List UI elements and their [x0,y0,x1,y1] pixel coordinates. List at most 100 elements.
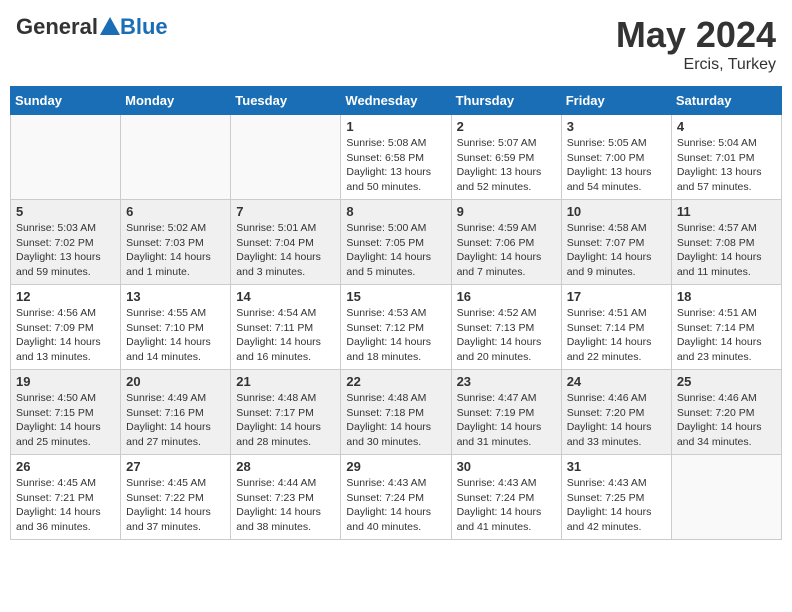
day-number: 26 [16,459,115,474]
day-number: 16 [457,289,556,304]
calendar-day-cell: 7Sunrise: 5:01 AM Sunset: 7:04 PM Daylig… [231,200,341,285]
day-info: Sunrise: 4:43 AM Sunset: 7:25 PM Dayligh… [567,476,666,535]
logo-general: General [16,14,98,40]
calendar-week-row: 1 Sunrise: 5:08 AM Sunset: 6:58 PM Daylig… [11,115,782,200]
day-info: Sunrise: 4:53 AM Sunset: 7:12 PM Dayligh… [346,306,445,365]
day-header-saturday: Saturday [671,87,781,115]
day-info: Sunrise: 5:08 AM Sunset: 6:58 PM Dayligh… [346,136,445,195]
calendar-day-cell [121,115,231,200]
calendar-day-cell: 6Sunrise: 5:02 AM Sunset: 7:03 PM Daylig… [121,200,231,285]
day-info: Sunrise: 4:59 AM Sunset: 7:06 PM Dayligh… [457,221,556,280]
calendar-day-cell: 28Sunrise: 4:44 AM Sunset: 7:23 PM Dayli… [231,455,341,540]
day-info: Sunrise: 4:50 AM Sunset: 7:15 PM Dayligh… [16,391,115,450]
day-header-tuesday: Tuesday [231,87,341,115]
day-info: Sunrise: 4:44 AM Sunset: 7:23 PM Dayligh… [236,476,335,535]
calendar-day-cell: 4Sunrise: 5:04 AM Sunset: 7:01 PM Daylig… [671,115,781,200]
day-number: 4 [677,119,776,134]
location-subtitle: Ercis, Turkey [616,56,776,74]
calendar-header-row: SundayMondayTuesdayWednesdayThursdayFrid… [11,87,782,115]
calendar-day-cell: 19Sunrise: 4:50 AM Sunset: 7:15 PM Dayli… [11,370,121,455]
calendar-day-cell: 15 Sunrise: 4:53 AM Sunset: 7:12 PM Dayli… [341,285,451,370]
day-header-monday: Monday [121,87,231,115]
day-number: 31 [567,459,666,474]
day-number: 21 [236,374,335,389]
calendar-day-cell: 23 Sunrise: 4:47 AM Sunset: 7:19 PM Dayli… [451,370,561,455]
calendar-day-cell: 12 Sunrise: 4:56 AM Sunset: 7:09 PM Dayli… [11,285,121,370]
day-number: 1 [346,119,445,134]
day-info: Sunrise: 5:01 AM Sunset: 7:04 PM Dayligh… [236,221,335,280]
day-info: Sunrise: 5:05 AM Sunset: 7:00 PM Dayligh… [567,136,666,195]
day-number: 20 [126,374,225,389]
calendar-day-cell: 5Sunrise: 5:03 AM Sunset: 7:02 PM Daylig… [11,200,121,285]
day-info: Sunrise: 4:52 AM Sunset: 7:13 PM Dayligh… [457,306,556,365]
day-number: 23 [457,374,556,389]
calendar-day-cell: 10 Sunrise: 4:58 AM Sunset: 7:07 PM Dayli… [561,200,671,285]
calendar-day-cell: 21Sunrise: 4:48 AM Sunset: 7:17 PM Dayli… [231,370,341,455]
day-header-thursday: Thursday [451,87,561,115]
day-number: 9 [457,204,556,219]
day-info: Sunrise: 4:43 AM Sunset: 7:24 PM Dayligh… [457,476,556,535]
calendar-day-cell: 20 Sunrise: 4:49 AM Sunset: 7:16 PM Dayli… [121,370,231,455]
day-number: 18 [677,289,776,304]
calendar-day-cell: 11 Sunrise: 4:57 AM Sunset: 7:08 PM Dayli… [671,200,781,285]
calendar-day-cell: 18 Sunrise: 4:51 AM Sunset: 7:14 PM Dayli… [671,285,781,370]
calendar-week-row: 5Sunrise: 5:03 AM Sunset: 7:02 PM Daylig… [11,200,782,285]
calendar-day-cell: 13Sunrise: 4:55 AM Sunset: 7:10 PM Dayli… [121,285,231,370]
day-number: 17 [567,289,666,304]
calendar-day-cell: 25 Sunrise: 4:46 AM Sunset: 7:20 PM Dayli… [671,370,781,455]
calendar-day-cell: 17 Sunrise: 4:51 AM Sunset: 7:14 PM Dayli… [561,285,671,370]
day-number: 11 [677,204,776,219]
day-header-sunday: Sunday [11,87,121,115]
day-info: Sunrise: 5:02 AM Sunset: 7:03 PM Dayligh… [126,221,225,280]
calendar-day-cell: 27 Sunrise: 4:45 AM Sunset: 7:22 PM Dayli… [121,455,231,540]
day-info: Sunrise: 5:00 AM Sunset: 7:05 PM Dayligh… [346,221,445,280]
calendar-week-row: 19Sunrise: 4:50 AM Sunset: 7:15 PM Dayli… [11,370,782,455]
calendar-day-cell: 14Sunrise: 4:54 AM Sunset: 7:11 PM Dayli… [231,285,341,370]
day-number: 2 [457,119,556,134]
day-info: Sunrise: 4:45 AM Sunset: 7:21 PM Dayligh… [16,476,115,535]
day-header-wednesday: Wednesday [341,87,451,115]
day-info: Sunrise: 4:43 AM Sunset: 7:24 PM Dayligh… [346,476,445,535]
day-number: 24 [567,374,666,389]
day-number: 25 [677,374,776,389]
calendar-day-cell [11,115,121,200]
calendar-day-cell: 3Sunrise: 5:05 AM Sunset: 7:00 PM Daylig… [561,115,671,200]
calendar-day-cell [231,115,341,200]
calendar-day-cell: 9 Sunrise: 4:59 AM Sunset: 7:06 PM Daylig… [451,200,561,285]
day-info: Sunrise: 4:46 AM Sunset: 7:20 PM Dayligh… [677,391,776,450]
day-info: Sunrise: 4:45 AM Sunset: 7:22 PM Dayligh… [126,476,225,535]
calendar-day-cell: 24 Sunrise: 4:46 AM Sunset: 7:20 PM Dayli… [561,370,671,455]
calendar-week-row: 12 Sunrise: 4:56 AM Sunset: 7:09 PM Dayli… [11,285,782,370]
day-number: 8 [346,204,445,219]
day-info: Sunrise: 4:46 AM Sunset: 7:20 PM Dayligh… [567,391,666,450]
month-year-title: May 2024 [616,14,776,56]
day-number: 30 [457,459,556,474]
day-number: 10 [567,204,666,219]
calendar-day-cell: 29 Sunrise: 4:43 AM Sunset: 7:24 PM Dayli… [341,455,451,540]
day-info: Sunrise: 4:51 AM Sunset: 7:14 PM Dayligh… [677,306,776,365]
day-info: Sunrise: 4:49 AM Sunset: 7:16 PM Dayligh… [126,391,225,450]
day-info: Sunrise: 4:48 AM Sunset: 7:18 PM Dayligh… [346,391,445,450]
page-header: General Blue May 2024 Ercis, Turkey [10,10,782,78]
day-info: Sunrise: 5:03 AM Sunset: 7:02 PM Dayligh… [16,221,115,280]
day-info: Sunrise: 4:58 AM Sunset: 7:07 PM Dayligh… [567,221,666,280]
title-section: May 2024 Ercis, Turkey [616,14,776,74]
day-number: 29 [346,459,445,474]
day-number: 15 [346,289,445,304]
calendar-day-cell: 26 Sunrise: 4:45 AM Sunset: 7:21 PM Dayli… [11,455,121,540]
calendar-day-cell [671,455,781,540]
day-number: 27 [126,459,225,474]
day-info: Sunrise: 4:47 AM Sunset: 7:19 PM Dayligh… [457,391,556,450]
day-info: Sunrise: 4:54 AM Sunset: 7:11 PM Dayligh… [236,306,335,365]
day-info: Sunrise: 5:07 AM Sunset: 6:59 PM Dayligh… [457,136,556,195]
day-number: 22 [346,374,445,389]
calendar-day-cell: 22 Sunrise: 4:48 AM Sunset: 7:18 PM Dayli… [341,370,451,455]
day-info: Sunrise: 4:56 AM Sunset: 7:09 PM Dayligh… [16,306,115,365]
day-number: 13 [126,289,225,304]
day-info: Sunrise: 4:51 AM Sunset: 7:14 PM Dayligh… [567,306,666,365]
day-number: 12 [16,289,115,304]
day-header-friday: Friday [561,87,671,115]
logo: General Blue [16,14,168,40]
day-info: Sunrise: 4:57 AM Sunset: 7:08 PM Dayligh… [677,221,776,280]
calendar-table: SundayMondayTuesdayWednesdayThursdayFrid… [10,86,782,540]
